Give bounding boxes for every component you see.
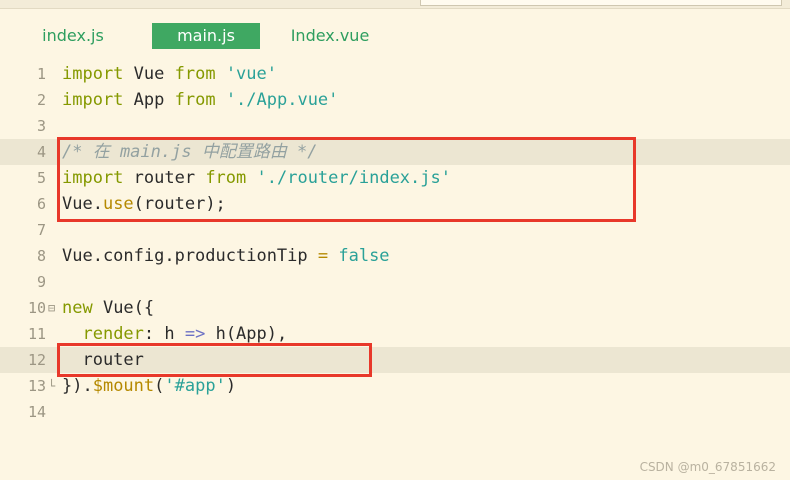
line-number: 7 xyxy=(36,221,46,239)
line-number: 10 xyxy=(27,299,46,317)
tab-main-js[interactable]: main.js xyxy=(152,23,260,49)
line-number: 13 xyxy=(27,377,46,395)
line-number: 4 xyxy=(36,143,46,161)
tab-index-vue[interactable]: Index.vue xyxy=(280,23,380,49)
code-text: router xyxy=(62,350,144,370)
code-line: 2 import App from './App.vue' xyxy=(0,87,790,113)
code-text: Vue.config.productionTip = false xyxy=(62,246,390,266)
code-text: Vue.use(router); xyxy=(62,194,226,214)
code-line: 9 xyxy=(0,269,790,295)
line-number: 14 xyxy=(27,403,46,421)
code-line: 5 import router from './router/index.js' xyxy=(0,165,790,191)
code-line: 7 xyxy=(0,217,790,243)
search-input[interactable] xyxy=(420,0,782,6)
code-text: }).$mount('#app') xyxy=(62,376,237,396)
code-line: 10 ⊟ new Vue({ xyxy=(0,295,790,321)
code-text: import App from './App.vue' xyxy=(62,90,339,110)
code-line: 14 xyxy=(0,399,790,425)
line-number: 1 xyxy=(36,65,46,83)
line-number: 3 xyxy=(36,117,46,135)
line-number: 5 xyxy=(36,169,46,187)
code-line: 13 └ }).$mount('#app') xyxy=(0,373,790,399)
code-line: 1 import Vue from 'vue' xyxy=(0,61,790,87)
tab-index-js[interactable]: index.js xyxy=(28,23,118,49)
code-comment: /* 在 main.js 中配置路由 */ xyxy=(62,142,318,162)
line-number: 9 xyxy=(36,273,46,291)
line-number: 6 xyxy=(36,195,46,213)
editor-tab-bar: index.js main.js Index.vue xyxy=(0,9,790,55)
fold-end-icon: └ xyxy=(48,379,56,393)
fold-toggle-icon[interactable]: ⊟ xyxy=(48,295,58,321)
line-number: 12 xyxy=(27,351,46,369)
title-bar xyxy=(0,0,790,9)
line-number: 11 xyxy=(27,325,46,343)
code-line: 8 Vue.config.productionTip = false xyxy=(0,243,790,269)
line-number: 8 xyxy=(36,247,46,265)
code-line: 11 render: h => h(App), xyxy=(0,321,790,347)
code-text: render: h => h(App), xyxy=(82,324,288,344)
current-line-highlight: 4 /* 在 main.js 中配置路由 */ xyxy=(0,139,790,165)
code-line: 12 router xyxy=(0,347,790,373)
watermark: CSDN @m0_67851662 xyxy=(639,460,776,474)
line-number: 2 xyxy=(36,91,46,109)
code-line: 6 Vue.use(router); xyxy=(0,191,790,217)
code-line: 3 xyxy=(0,113,790,139)
code-text: new Vue({ xyxy=(62,298,155,318)
code-text: import router from './router/index.js' xyxy=(62,168,451,188)
code-text: import Vue from 'vue' xyxy=(62,64,277,84)
